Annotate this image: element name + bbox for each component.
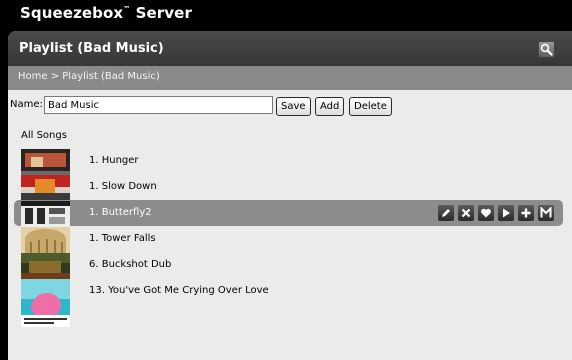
song-title[interactable]: 6. Buckshot Dub — [89, 259, 171, 270]
more-button[interactable] — [538, 205, 554, 221]
album-art — [21, 175, 70, 201]
app-title-rest: Server — [130, 4, 192, 22]
add-to-playlist-button[interactable] — [518, 205, 534, 221]
song-title[interactable]: 1. Hunger — [89, 155, 139, 166]
playlist-panel: Playlist (Bad Music) Home > Playlist (Ba… — [8, 31, 572, 360]
more-icon — [540, 207, 552, 218]
album-art — [21, 253, 70, 279]
album-art — [21, 279, 70, 327]
play-button[interactable] — [498, 205, 514, 221]
search-button[interactable] — [538, 41, 555, 58]
play-icon — [503, 208, 510, 218]
favorite-button[interactable] — [478, 205, 494, 221]
page-title: Playlist (Bad Music) — [19, 41, 164, 56]
breadcrumb: Home > Playlist (Bad Music) — [18, 71, 160, 82]
add-button[interactable]: Add — [315, 97, 345, 116]
remove-button[interactable] — [458, 205, 474, 221]
playlist-name-input[interactable] — [44, 96, 273, 114]
app-title-main: Squeezebox — [20, 4, 124, 22]
name-label: Name: — [10, 99, 43, 110]
song-row-selected[interactable]: 1. Butterfly2 — [8, 200, 572, 227]
remove-icon — [461, 208, 471, 218]
save-button[interactable]: Save — [276, 97, 311, 116]
song-title[interactable]: 1. Tower Falls — [89, 233, 156, 244]
breadcrumb-home-link[interactable]: Home — [18, 71, 48, 82]
album-art — [21, 227, 70, 253]
add-icon — [521, 208, 531, 218]
all-songs-label: All Songs — [21, 130, 67, 141]
song-title[interactable]: 1. Butterfly2 — [89, 207, 152, 218]
favorite-icon — [481, 208, 491, 218]
edit-icon — [442, 209, 450, 217]
panel-header: Playlist (Bad Music) — [8, 31, 572, 66]
song-row[interactable]: 1. Slow Down — [8, 174, 572, 201]
breadcrumb-current: Playlist (Bad Music) — [62, 71, 160, 82]
song-title[interactable]: 13. You've Got Me Crying Over Love — [89, 285, 269, 296]
edit-button[interactable] — [438, 205, 454, 221]
song-row[interactable]: 6. Buckshot Dub — [8, 252, 572, 279]
song-title[interactable]: 1. Slow Down — [89, 181, 157, 192]
breadcrumb-bar: Home > Playlist (Bad Music) — [8, 66, 572, 90]
breadcrumb-separator: > — [47, 71, 63, 82]
song-row[interactable]: 13. You've Got Me Crying Over Love — [8, 278, 572, 327]
song-row[interactable]: 1. Hunger — [8, 148, 572, 175]
album-art — [21, 201, 70, 227]
album-art — [21, 149, 70, 175]
search-icon — [540, 43, 553, 56]
delete-button[interactable]: Delete — [349, 97, 392, 116]
song-row[interactable]: 1. Tower Falls — [8, 226, 572, 253]
app-title: Squeezebox™ Server — [20, 4, 192, 22]
